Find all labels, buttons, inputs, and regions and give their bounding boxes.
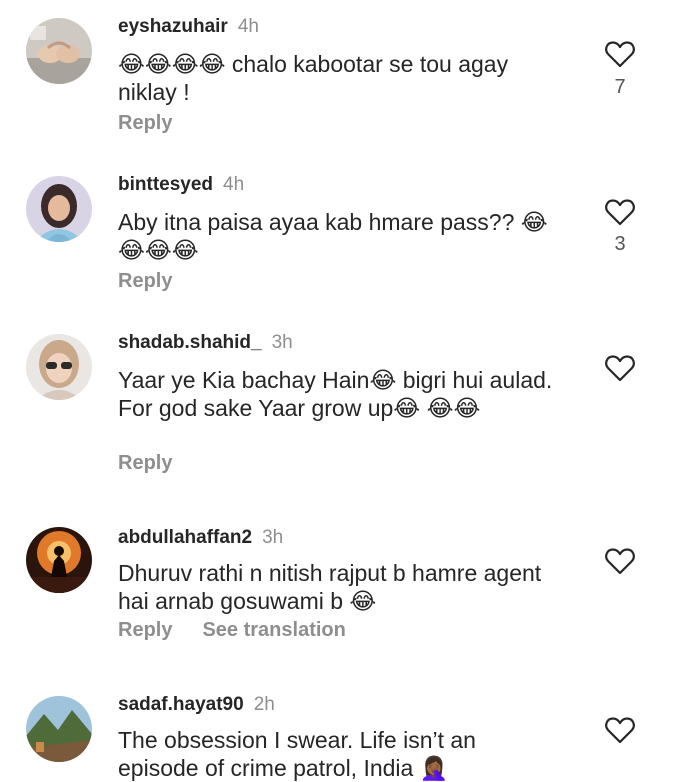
comment-text: Dhuruv rathi n nitish rajput b hamre age… xyxy=(118,560,542,614)
username[interactable]: abdullahaffan2 xyxy=(118,527,252,548)
like-count: 3 xyxy=(614,233,626,255)
comment-actions: Reply xyxy=(118,112,172,135)
comment-text: Yaar ye Kia bachay Hain😂 bigri hui aulad… xyxy=(118,367,553,421)
comment-text: Aby itna paisa ayaa kab hmare pass?? 😂😂😂… xyxy=(118,209,548,263)
like-count: 7 xyxy=(614,76,626,98)
comment-header: abdullahaffan2 3h xyxy=(118,527,283,549)
avatar[interactable] xyxy=(26,18,92,84)
comment-time: 3h xyxy=(271,332,293,353)
username[interactable]: eyshazuhair xyxy=(118,16,228,37)
hands-heart-avatar-icon xyxy=(26,18,92,84)
comment-header: shadab.shahid_ 3h xyxy=(118,332,293,354)
username[interactable]: binttesyed xyxy=(118,174,213,195)
comment-actions: Reply See translation xyxy=(118,619,346,642)
woman-portrait-avatar-icon xyxy=(26,176,92,242)
avatar[interactable] xyxy=(26,334,92,400)
landscape-avatar-icon xyxy=(26,696,92,762)
comment-text: The obsession I swear. Life isn’t an epi… xyxy=(118,727,476,781)
username[interactable]: shadab.shahid_ xyxy=(118,332,262,353)
heart-icon[interactable] xyxy=(605,547,635,575)
username[interactable]: sadaf.hayat90 xyxy=(118,694,244,715)
heart-icon[interactable] xyxy=(605,354,635,382)
comment-header: sadaf.hayat90 2h xyxy=(118,694,275,716)
see-translation-button[interactable]: See translation xyxy=(202,619,345,641)
comments-list: eyshazuhair 4h 😂😂😂😂 chalo kabootar se tou… xyxy=(0,0,700,781)
silhouette-fire-avatar-icon xyxy=(26,527,92,593)
woman-sunglasses-avatar-icon xyxy=(26,334,92,400)
comment-time: 4h xyxy=(237,16,259,37)
comment-header: binttesyed 4h xyxy=(118,174,244,196)
avatar[interactable] xyxy=(26,696,92,762)
avatar[interactable] xyxy=(26,527,92,593)
comment-text: 😂😂😂😂 chalo kabootar se tou agay niklay ! xyxy=(118,51,509,105)
comment-header: eyshazuhair 4h xyxy=(118,16,259,38)
heart-icon[interactable] xyxy=(605,716,635,744)
heart-icon[interactable] xyxy=(605,198,635,226)
reply-button[interactable]: Reply xyxy=(118,619,172,641)
comment-time: 4h xyxy=(223,174,245,195)
avatar[interactable] xyxy=(26,176,92,242)
reply-button[interactable]: Reply xyxy=(118,270,172,292)
comment-time: 2h xyxy=(253,694,275,715)
comment-time: 3h xyxy=(262,527,284,548)
heart-icon[interactable] xyxy=(605,40,635,68)
comment-actions: Reply xyxy=(118,270,172,293)
reply-button[interactable]: Reply xyxy=(118,112,172,134)
comment-actions: Reply xyxy=(118,452,172,475)
reply-button[interactable]: Reply xyxy=(118,452,172,474)
